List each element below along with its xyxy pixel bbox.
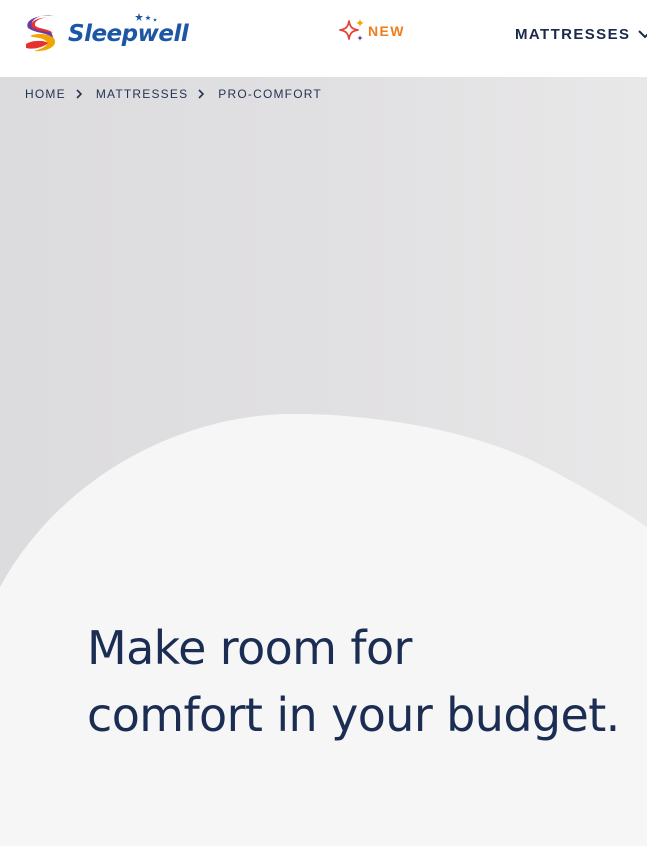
- chevron-right-icon: [198, 89, 205, 99]
- new-label: NEW: [368, 23, 405, 39]
- headline-line-2: comfort in your budget.: [87, 688, 620, 742]
- chevron-right-icon: [76, 89, 82, 99]
- sparkle-icon: [339, 19, 364, 41]
- breadcrumb: HOME MATTRESSES PRO-COMFORT: [25, 87, 322, 101]
- sleepwell-logo[interactable]: Sleepwell: [24, 13, 194, 53]
- hero-section: HOME MATTRESSES PRO-COMFORT Make room fo…: [0, 77, 647, 846]
- logo-text: Sleepwell: [68, 21, 189, 47]
- new-link[interactable]: NEW: [338, 18, 405, 44]
- breadcrumb-mattresses[interactable]: MATTRESSES: [96, 87, 188, 101]
- nav-mattresses-label: MATTRESSES: [515, 25, 631, 43]
- logo-mark-icon: [26, 15, 56, 52]
- site-header: Sleepwell NEW MATTRESSES: [0, 0, 647, 77]
- hero-headline: Make room for comfort in your budget.: [87, 615, 647, 749]
- breadcrumb-current: PRO-COMFORT: [218, 87, 322, 101]
- logo-stars-icon: [135, 13, 157, 22]
- nav-mattresses-dropdown[interactable]: MATTRESSES: [515, 24, 647, 44]
- chevron-down-icon: [638, 29, 647, 38]
- breadcrumb-home[interactable]: HOME: [25, 87, 66, 101]
- headline-line-1: Make room for: [87, 621, 412, 675]
